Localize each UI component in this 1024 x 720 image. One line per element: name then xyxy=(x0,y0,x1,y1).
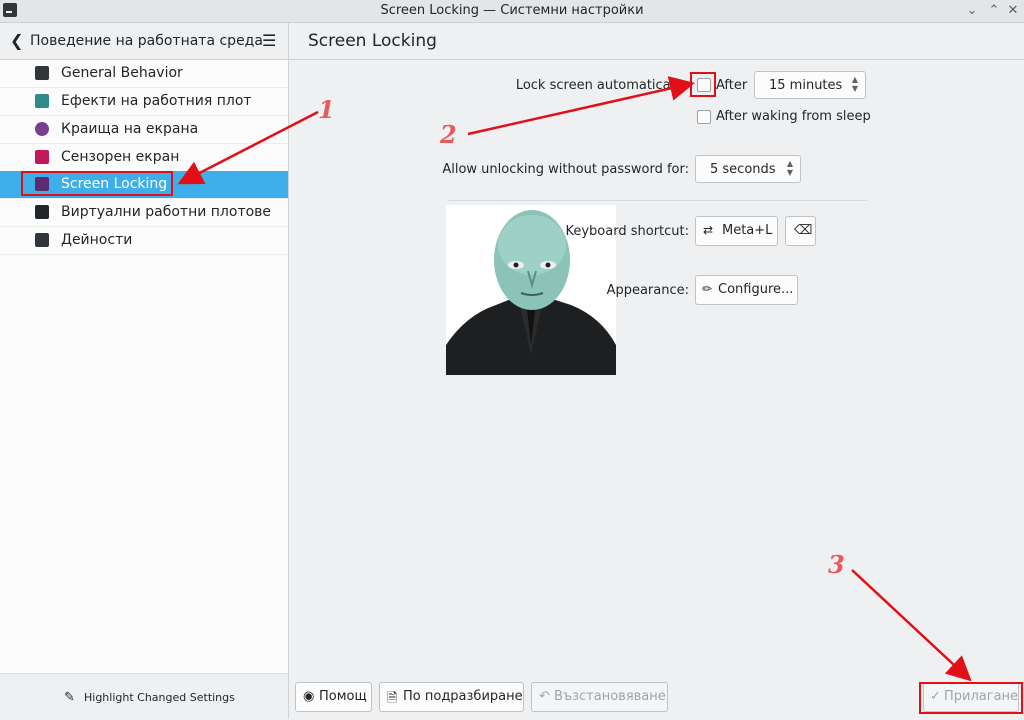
annotation-number-3: 3 xyxy=(828,550,845,579)
annotation-number-2: 2 xyxy=(440,120,457,149)
annotation-arrows xyxy=(177,76,972,682)
annotation-number-1: 1 xyxy=(318,95,335,124)
